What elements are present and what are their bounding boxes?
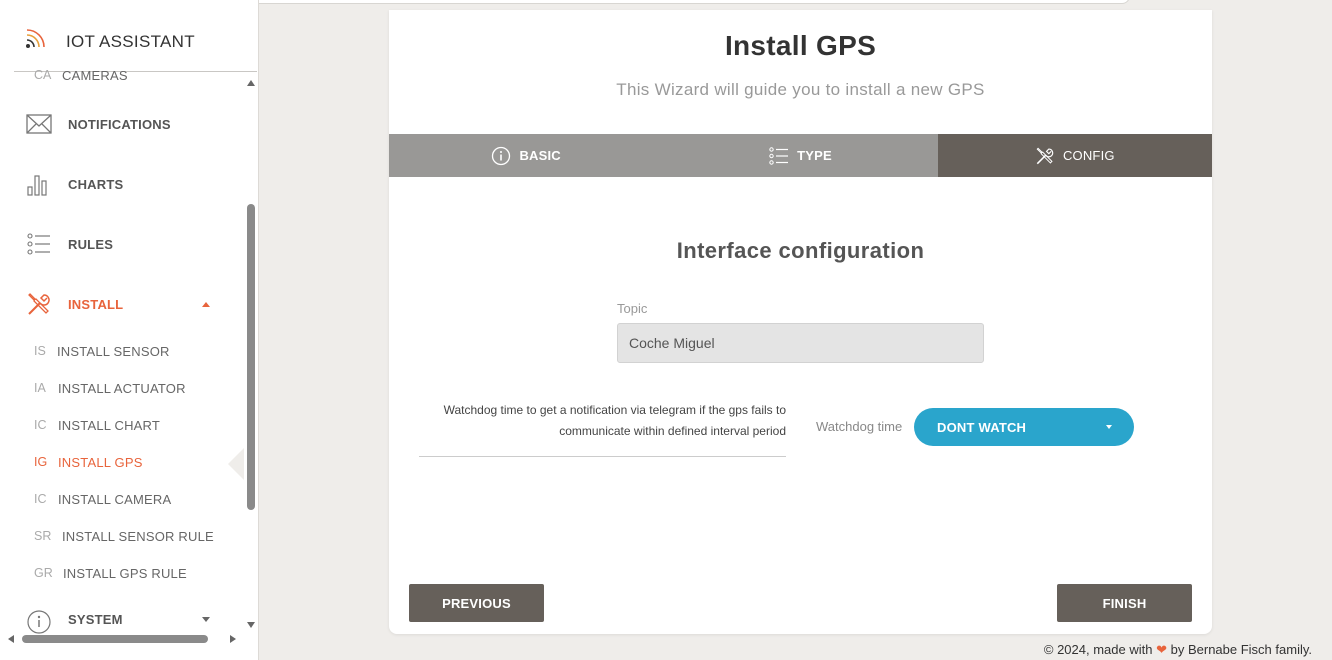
- sidebar-item-label: NOTIFICATIONS: [68, 116, 171, 132]
- subitem-label: INSTALL GPS RULE: [63, 565, 187, 581]
- tab-config[interactable]: CONFIG: [937, 134, 1212, 177]
- subitem-label: INSTALL GPS: [58, 454, 143, 470]
- sidebar-subitem-install-chart[interactable]: IC INSTALL CHART: [0, 410, 243, 440]
- tools-icon: [1036, 147, 1054, 164]
- sidebar-item-label: INSTALL: [68, 296, 124, 312]
- wifi-logo-icon: [26, 29, 45, 48]
- sidebar-item-label: CHARTS: [68, 176, 124, 192]
- watchdog-label: Watchdog time: [816, 419, 903, 434]
- sidebar-subitem-install-sensor[interactable]: IS INSTALL SENSOR: [0, 336, 243, 366]
- scroll-up-arrow-icon[interactable]: [247, 80, 255, 86]
- subitem-abbr: IA: [34, 381, 46, 395]
- scrollbar-thumb[interactable]: [247, 204, 255, 510]
- subitem-abbr: IG: [34, 455, 48, 469]
- sidebar: IOT ASSISTANT CA CAMERAS NOTIFICATIONS C…: [0, 0, 259, 660]
- scrollbar-thumb[interactable]: [22, 635, 208, 643]
- chevron-down-icon: [202, 616, 210, 622]
- subitem-label: INSTALL ACTUATOR: [58, 380, 186, 396]
- watchdog-description: Watchdog time to get a notification via …: [443, 403, 786, 438]
- subitem-label: INSTALL SENSOR RULE: [62, 528, 214, 544]
- tab-label: CONFIG: [1062, 148, 1115, 163]
- wizard-card: Install GPS This Wizard will guide you t…: [389, 10, 1212, 634]
- brand-name: IOT ASSISTANT: [66, 32, 195, 51]
- scroll-right-arrow-icon[interactable]: [230, 635, 236, 643]
- sidebar-item-label: SYSTEM: [68, 611, 123, 627]
- tab-label: BASIC: [519, 148, 561, 163]
- footer-prefix: © 2024, made with: [1043, 642, 1153, 657]
- tab-basic[interactable]: BASIC: [389, 134, 663, 177]
- wizard-tabs: BASIC TYPE CONFIG: [389, 134, 1212, 177]
- sidebar-horizontal-scrollbar[interactable]: [0, 632, 243, 646]
- subitem-label: CAMERAS: [62, 68, 128, 83]
- bar-chart-icon: [26, 171, 52, 197]
- sidebar-subitem-install-camera[interactable]: IC INSTALL CAMERA: [0, 484, 243, 514]
- subitem-label: INSTALL SENSOR: [57, 343, 170, 359]
- subitem-abbr: CA: [34, 68, 52, 82]
- sidebar-item-rules[interactable]: RULES: [0, 224, 243, 264]
- sidebar-subitem-install-gps-rule[interactable]: GR INSTALL GPS RULE: [0, 558, 243, 588]
- list-icon: [26, 231, 52, 257]
- info-circle-icon: [492, 146, 511, 165]
- chevron-up-icon: [202, 301, 210, 307]
- sidebar-item-notifications[interactable]: NOTIFICATIONS: [0, 104, 243, 144]
- topic-input[interactable]: [617, 323, 984, 363]
- sidebar-subitem-install-actuator[interactable]: IA INSTALL ACTUATOR: [0, 373, 243, 403]
- envelope-icon: [26, 111, 52, 137]
- scroll-down-arrow-icon[interactable]: [247, 622, 255, 628]
- top-search-bar[interactable]: [140, 0, 1130, 4]
- sidebar-subitem-install-gps[interactable]: IG INSTALL GPS: [0, 447, 243, 477]
- sidebar-item-label: RULES: [68, 236, 114, 252]
- chevron-down-icon: [1106, 425, 1112, 429]
- list-icon: [769, 146, 789, 165]
- footer: © 2024, made with ❤ by Bernabe Fisch fam…: [1044, 642, 1312, 658]
- finish-button[interactable]: FINISH: [1057, 584, 1192, 622]
- page-subtitle: This Wizard will guide you to install a …: [616, 80, 985, 99]
- divider: [419, 456, 786, 457]
- topic-label: Topic: [617, 301, 648, 316]
- scroll-left-arrow-icon[interactable]: [8, 635, 14, 643]
- watchdog-selected-value: DONT WATCH: [937, 419, 1027, 435]
- subitem-abbr: IC: [34, 418, 47, 432]
- sidebar-subitem-cameras[interactable]: CA CAMERAS: [0, 60, 243, 88]
- subitem-label: INSTALL CAMERA: [58, 491, 172, 507]
- sidebar-item-charts[interactable]: CHARTS: [0, 164, 243, 204]
- sidebar-subitem-install-sensor-rule[interactable]: SR INSTALL SENSOR RULE: [0, 521, 243, 551]
- heart-icon: ❤: [1156, 642, 1167, 657]
- subitem-abbr: IC: [34, 492, 47, 506]
- subitem-label: INSTALL CHART: [58, 417, 161, 433]
- tab-label: TYPE: [797, 148, 832, 163]
- sidebar-item-install[interactable]: INSTALL: [0, 284, 243, 324]
- tools-icon: [26, 291, 52, 317]
- sidebar-item-system[interactable]: SYSTEM: [0, 603, 243, 635]
- watchdog-select[interactable]: DONT WATCH: [914, 408, 1134, 446]
- footer-suffix: by Bernabe Fisch family.: [1170, 642, 1312, 657]
- subitem-abbr: IS: [34, 344, 46, 358]
- tab-type[interactable]: TYPE: [663, 134, 937, 177]
- previous-button[interactable]: PREVIOUS: [409, 584, 544, 622]
- subitem-abbr: GR: [34, 566, 53, 580]
- sidebar-collapse-handle[interactable]: [228, 448, 244, 480]
- section-title: Interface configuration: [676, 238, 925, 263]
- sidebar-vertical-scrollbar[interactable]: [244, 80, 258, 628]
- page-title: Install GPS: [724, 30, 877, 61]
- subitem-abbr: SR: [34, 529, 52, 543]
